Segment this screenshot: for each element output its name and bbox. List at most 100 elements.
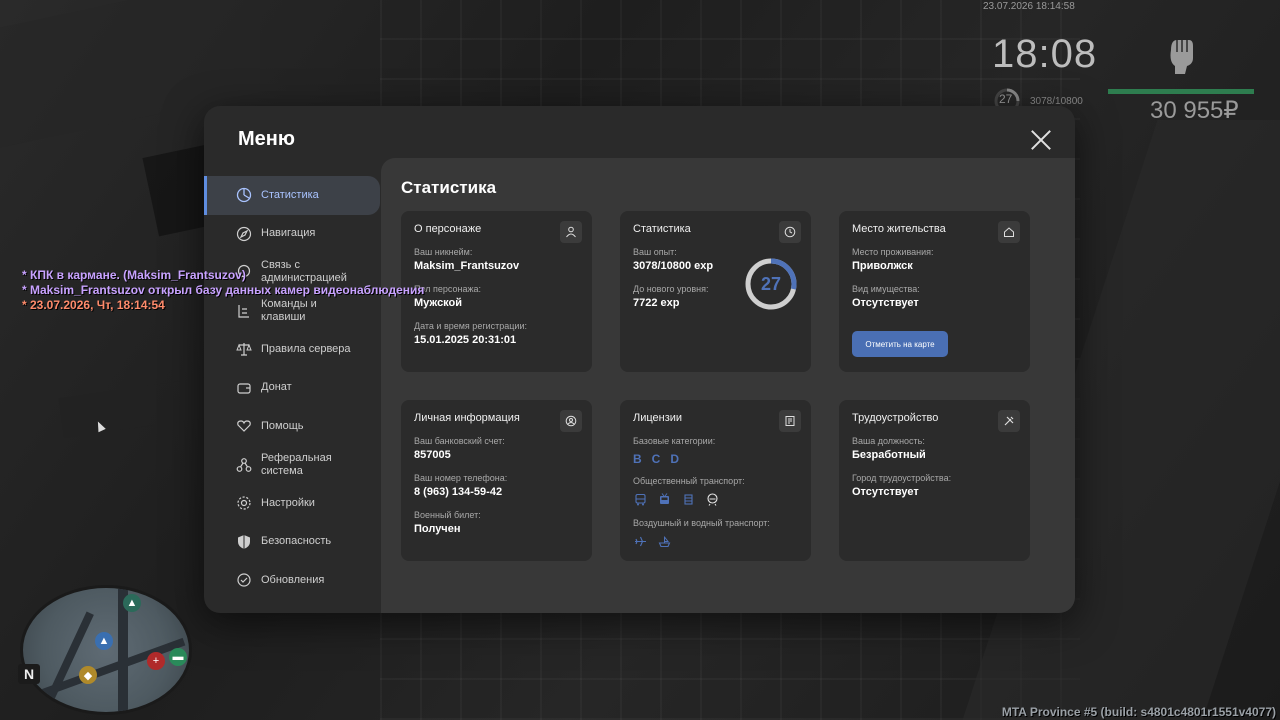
heart-hand-icon xyxy=(236,418,252,434)
compass-icon xyxy=(236,226,252,242)
sidebar-item-label: Реферальная система xyxy=(261,451,332,477)
refresh-icon xyxy=(236,572,252,588)
field-label: Ваша должность: xyxy=(852,436,925,446)
boat-icon xyxy=(657,534,671,548)
minimap: ▲ ▲ ◆ + ▬ xyxy=(20,585,192,715)
card-residence: Место жительства Место проживания: Привол… xyxy=(839,211,1030,372)
field-label: Вид имущества: xyxy=(852,284,920,294)
card-title: Место жительства xyxy=(852,223,946,235)
chat-log: * КПК в кармане. (Maksim_Frantsuzov) * M… xyxy=(22,268,424,313)
job-city-value: Отсутствует xyxy=(852,486,919,498)
person-icon xyxy=(560,221,582,243)
sidebar-item-label: Донат xyxy=(261,381,292,394)
sidebar-item-security[interactable]: Безопасность xyxy=(204,523,380,562)
shield-icon xyxy=(236,534,252,550)
hud-money: 30 955₽ xyxy=(1150,97,1239,124)
bank-account-value: 857005 xyxy=(414,449,451,461)
nickname-value: Maksim_Frantsuzov xyxy=(414,260,520,272)
network-icon xyxy=(236,457,252,473)
tools-icon xyxy=(998,410,1020,432)
home-icon xyxy=(998,221,1020,243)
sidebar-item-referral[interactable]: Реферальная система xyxy=(204,446,380,485)
exp-value: 3078/10800 exp xyxy=(633,260,714,272)
license-categories: B C D xyxy=(633,452,715,466)
card-statistics: Статистика Ваш опыт: 3078/10800 exp До но… xyxy=(620,211,811,372)
field-label: Ваш банковский счет: xyxy=(414,436,505,446)
sidebar-item-label: Правила сервера xyxy=(261,342,351,355)
field-label: Воздушный и водный транспорт: xyxy=(633,518,770,528)
field-label: Военный билет: xyxy=(414,510,481,520)
chat-line: * Maksim_Frantsuzov открыл базу данных к… xyxy=(22,283,425,297)
field-label: Общественный транспорт: xyxy=(633,476,745,486)
sidebar-item-label: Безопасность xyxy=(261,535,332,548)
card-title: О персонаже xyxy=(414,223,482,235)
sidebar-item-navigation[interactable]: Навигация xyxy=(204,215,380,254)
license-category: B xyxy=(633,452,642,466)
property-value: Отсутствует xyxy=(852,297,919,309)
level-value: 27 xyxy=(760,273,782,294)
trolleybus-icon xyxy=(657,492,671,506)
field-label: До нового уровня: xyxy=(633,284,709,294)
hud-datetime: 23.07.2026 18:14:58 xyxy=(983,1,1075,12)
sidebar-item-settings[interactable]: Настройки xyxy=(204,484,380,523)
field-label: Место проживания: xyxy=(852,247,934,257)
field-label: Город трудоустройства: xyxy=(852,473,952,483)
map-road xyxy=(40,611,94,712)
gear-icon xyxy=(236,495,252,511)
license-category: D xyxy=(670,452,680,466)
player-marker-icon: ▲ xyxy=(95,632,113,650)
hospital-marker-icon: + xyxy=(147,652,165,670)
card-title: Статистика xyxy=(633,223,691,235)
sidebar-item-rules[interactable]: Правила сервера xyxy=(204,330,380,369)
menu-sidebar: Статистика Навигация Связь с администрац… xyxy=(204,176,380,600)
tram-icon xyxy=(681,492,695,506)
sidebar-item-updates[interactable]: Обновления xyxy=(204,561,380,600)
license-category: C xyxy=(651,452,661,466)
sidebar-item-label: Помощь xyxy=(261,419,304,432)
card-character: О персонаже Ваш никнейм: Maksim_Frantsuzo… xyxy=(401,211,592,372)
card-licenses: Лицензии Базовые категории: B C D Общест… xyxy=(620,400,811,561)
license-icon xyxy=(779,410,801,432)
wallet-icon xyxy=(236,380,252,396)
menu-modal: Меню Статистика Навигация Связь с админи… xyxy=(204,106,1075,613)
field-label: Ваш номер телефона: xyxy=(414,473,508,483)
card-title: Трудоустройство xyxy=(852,412,939,424)
chat-line: * КПК в кармане. (Maksim_Frantsuzov) xyxy=(22,268,246,282)
military-id-value: Получен xyxy=(414,523,461,535)
build-info: MTA Province #5 (build: s4801c4801r1551v… xyxy=(1001,705,1276,719)
page-title: Статистика xyxy=(401,178,497,197)
bank-marker-icon: ▲ xyxy=(123,594,141,612)
sidebar-item-label: Статистика xyxy=(261,188,319,201)
sidebar-item-label: Навигация xyxy=(261,227,316,240)
sidebar-item-label: Настройки xyxy=(261,496,315,509)
clock-icon xyxy=(779,221,801,243)
health-bar xyxy=(1108,89,1254,94)
sidebar-item-statistics[interactable]: Статистика xyxy=(204,176,380,215)
chat-line: * 23.07.2026, Чт, 18:14:54 xyxy=(22,298,165,312)
card-title: Личная информация xyxy=(414,412,520,424)
registration-value: 15.01.2025 20:31:01 xyxy=(414,334,517,346)
close-icon[interactable] xyxy=(1030,129,1052,151)
statistics-panel: Статистика О персонаже Ваш никнейм: Maksi… xyxy=(381,158,1075,613)
plane-icon xyxy=(633,534,647,548)
card-title: Лицензии xyxy=(633,412,683,424)
card-personal-info: Личная информация Ваш банковский счет: 85… xyxy=(401,400,592,561)
shop-marker-icon: ◆ xyxy=(79,666,97,684)
residence-value: Приволжск xyxy=(852,260,913,272)
field-label: Ваш опыт: xyxy=(633,247,677,257)
bus-icon xyxy=(633,492,647,506)
field-label: Дата и время регистрации: xyxy=(414,321,527,331)
sidebar-item-donate[interactable]: Донат xyxy=(204,369,380,408)
sidebar-item-help[interactable]: Помощь xyxy=(204,407,380,446)
sidebar-item-label: Обновления xyxy=(261,573,325,586)
scales-icon xyxy=(236,341,252,357)
menu-title: Меню xyxy=(238,128,295,150)
next-level-value: 7722 exp xyxy=(633,297,680,309)
id-badge-icon xyxy=(560,410,582,432)
car-marker-icon: ▬ xyxy=(169,648,187,666)
mark-on-map-button[interactable]: Отметить на карте xyxy=(852,331,948,357)
pie-chart-icon xyxy=(236,187,252,203)
hud-level: 27 xyxy=(999,92,1013,106)
field-label: Базовые категории: xyxy=(633,436,716,446)
fist-weapon-icon xyxy=(1170,40,1193,74)
